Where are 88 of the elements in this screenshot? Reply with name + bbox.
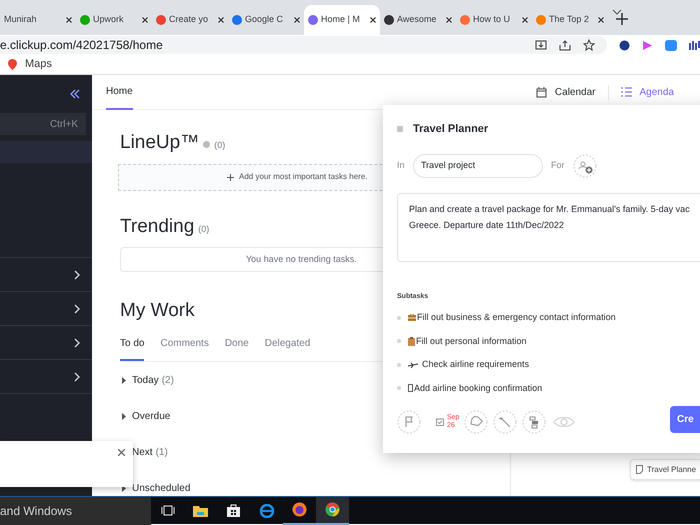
- site-icon: [308, 15, 318, 25]
- close-icon[interactable]: [142, 17, 148, 23]
- list-icon: [620, 87, 632, 97]
- chrome-icon[interactable]: [325, 502, 340, 517]
- count: (0): [214, 139, 226, 152]
- chevron-right-icon[interactable]: [74, 270, 80, 280]
- address-bar[interactable]: e.clickup.com/42021758/home: [0, 36, 608, 54]
- group-label[interactable]: Unscheduled: [132, 481, 190, 496]
- view-tab[interactable]: Calendar: [524, 84, 609, 100]
- list-field[interactable]: Travel project: [413, 154, 543, 178]
- group-label[interactable]: Overdue: [132, 409, 170, 424]
- bookmark-link[interactable]: Maps: [25, 56, 52, 73]
- work-tab[interactable]: To do: [120, 336, 144, 360]
- bullet-icon: [397, 386, 401, 390]
- site-icon: [156, 15, 166, 25]
- close-icon[interactable]: [66, 17, 72, 23]
- home-tab[interactable]: Home: [106, 74, 133, 110]
- share-icon[interactable]: [559, 40, 572, 50]
- close-icon[interactable]: [522, 17, 528, 23]
- close-icon[interactable]: [218, 17, 224, 23]
- subtask-tree-icon[interactable]: [522, 410, 546, 434]
- calendar-icon[interactable]: [436, 418, 444, 426]
- task-chip[interactable]: Travel Planne: [630, 459, 700, 480]
- chevron-right-icon[interactable]: [74, 338, 80, 348]
- for-label: For: [551, 158, 564, 172]
- close-icon[interactable]: [446, 17, 452, 23]
- missing-glyph-icon: [408, 384, 413, 392]
- count: (1): [156, 446, 168, 460]
- install-icon[interactable]: [535, 40, 548, 50]
- assignee-add-icon[interactable]: [572, 154, 596, 178]
- task-title[interactable]: Travel Planner: [413, 121, 488, 138]
- video-icon[interactable]: [665, 40, 678, 50]
- new-tab-icon[interactable]: [616, 13, 628, 25]
- subtask-text[interactable]: Fill out personal information: [416, 334, 527, 348]
- search-field[interactable]: Ctrl+K: [0, 113, 86, 135]
- bullet-icon: [397, 339, 401, 344]
- section-title: My Work: [120, 299, 195, 323]
- browser-tab[interactable]: Home | M: [304, 5, 380, 35]
- group-label[interactable]: Next: [132, 445, 153, 460]
- caret-right-icon[interactable]: [122, 377, 126, 384]
- briefcase-icon: [408, 314, 416, 322]
- map-pin-icon: [8, 59, 17, 70]
- subtask-text[interactable]: Fill out business & emergency contact information: [417, 311, 616, 324]
- section-title: Trending: [120, 214, 194, 238]
- bars-icon[interactable]: [689, 40, 700, 50]
- document-icon: [636, 465, 643, 474]
- subtask-text[interactable]: Check airline requirements: [422, 358, 530, 372]
- close-icon[interactable]: [598, 17, 604, 23]
- count: (0): [198, 222, 210, 236]
- site-icon: [536, 15, 546, 25]
- task-view-icon[interactable]: [160, 505, 174, 516]
- close-icon[interactable]: [370, 17, 376, 23]
- folder-icon[interactable]: [193, 504, 208, 516]
- work-tab[interactable]: Delegated: [264, 336, 310, 360]
- group-label[interactable]: Today: [132, 373, 159, 388]
- bullet-icon: [397, 362, 401, 367]
- airplane-icon: [408, 362, 418, 368]
- description-field[interactable]: Plan and create a travel package for Mr. Emmanual's family. 5-day vac Greece. Departure date 11th/Dec/2022: [397, 192, 700, 262]
- clipboard-icon: [408, 336, 415, 346]
- close-icon[interactable]: [294, 17, 300, 23]
- chevron-right-icon[interactable]: [74, 304, 80, 314]
- create-button[interactable]: Cre: [670, 406, 700, 432]
- work-tab[interactable]: Comments: [160, 336, 209, 360]
- extension-icon[interactable]: [619, 40, 630, 50]
- count: (2): [162, 374, 174, 388]
- store-bag-icon[interactable]: [227, 504, 240, 517]
- chevron-right-icon[interactable]: [74, 372, 80, 382]
- browser-e-icon[interactable]: [260, 504, 274, 518]
- bullet-icon: [397, 316, 401, 320]
- site-icon: [460, 15, 470, 25]
- calendar-icon: [536, 86, 547, 98]
- site-icon: [232, 15, 242, 25]
- chevron-down-icon[interactable]: [612, 9, 622, 15]
- view-tab[interactable]: Agenda: [608, 84, 686, 100]
- tag-icon[interactable]: [464, 410, 488, 434]
- flag-icon[interactable]: [397, 410, 421, 434]
- site-icon: [384, 15, 394, 25]
- plus-icon: [227, 174, 234, 180]
- caret-right-icon[interactable]: [122, 413, 126, 420]
- star-icon[interactable]: [583, 39, 596, 51]
- close-icon[interactable]: [118, 449, 125, 456]
- fox-browser-icon[interactable]: [292, 502, 307, 517]
- site-icon: [80, 15, 90, 25]
- section-title: LineUp™: [120, 131, 200, 155]
- subtask-text[interactable]: Add airline booking confirmation: [414, 382, 542, 395]
- collapse-icon[interactable]: [70, 89, 80, 99]
- taskbar-search[interactable]: and Windows: [0, 496, 151, 524]
- work-tab[interactable]: Done: [224, 336, 249, 360]
